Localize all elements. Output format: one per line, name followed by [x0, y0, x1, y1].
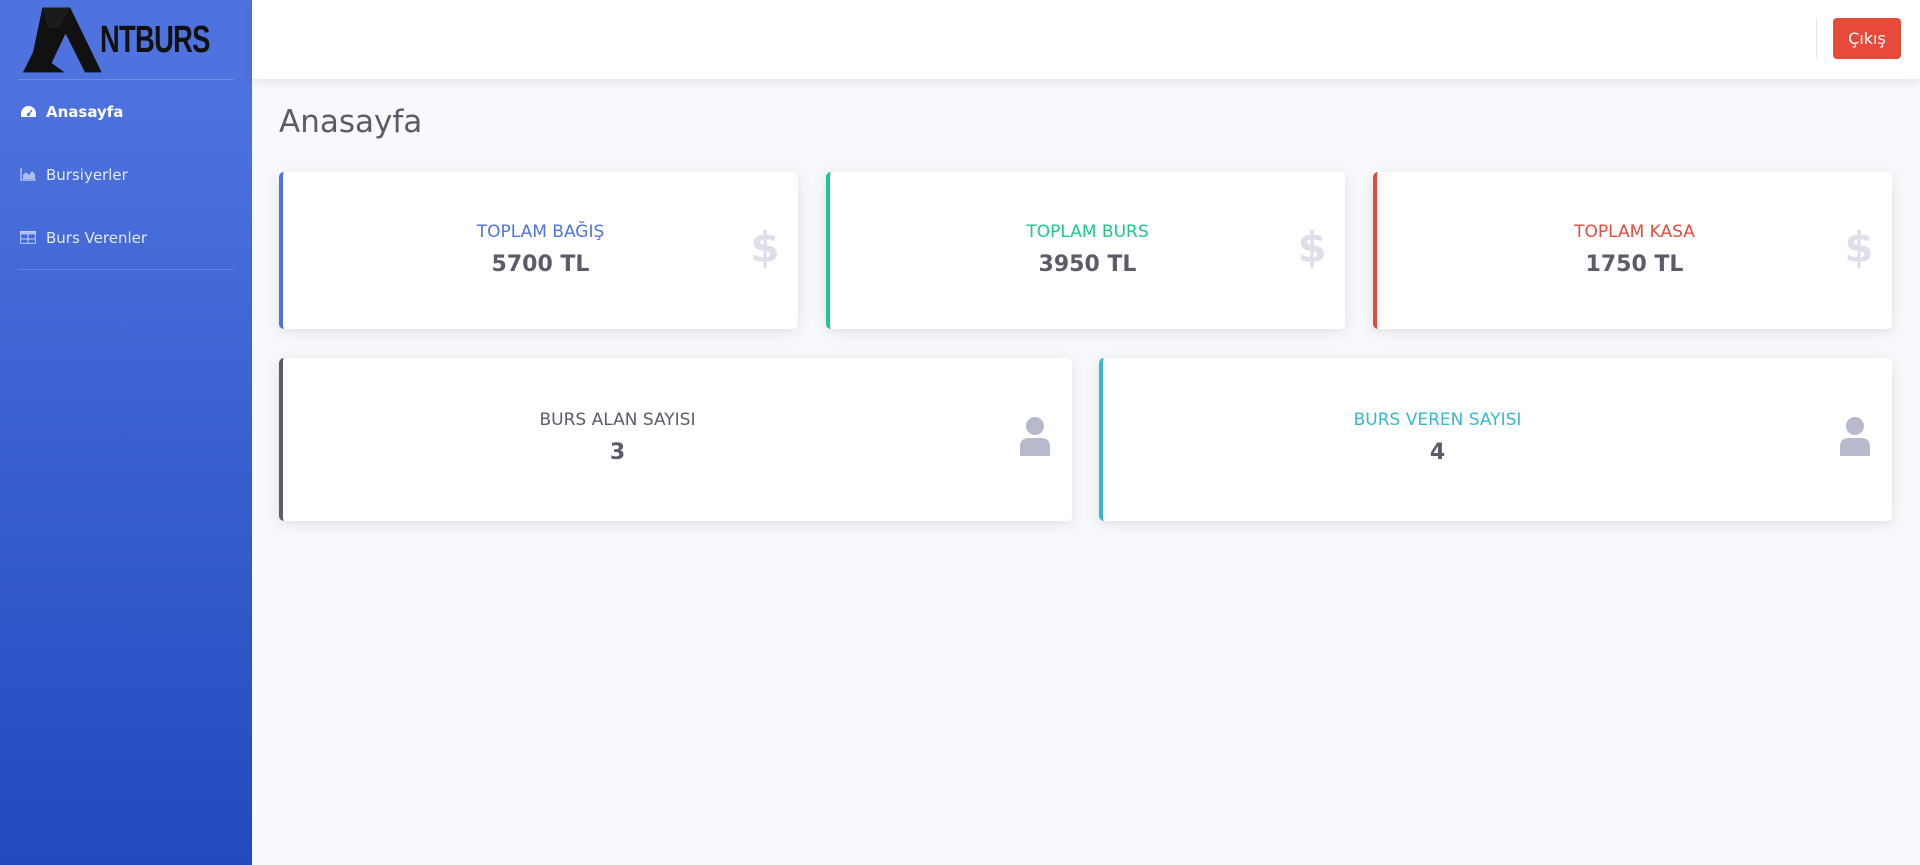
sidebar-item-label: Bursiyerler	[46, 165, 128, 184]
stat-card-label: BURS VEREN SAYISI	[1353, 410, 1522, 430]
sidebar-divider	[18, 269, 234, 270]
user-icon	[1838, 416, 1872, 456]
sidebar-item-label: Burs Verenler	[46, 228, 148, 247]
stat-card-value: 1750 TL	[1585, 252, 1684, 277]
sidebar: NTBURS Anasayfa Bursiyerler Burs Verenle…	[0, 0, 252, 865]
stat-card-burs-alan-sayisi: BURS ALAN SAYISI 3	[279, 358, 1072, 521]
stat-card-value: 4	[1429, 440, 1446, 465]
stat-card-toplam-kasa: TOPLAM KASA 1750 TL $	[1373, 172, 1892, 329]
stat-card-value: 5700 TL	[491, 252, 590, 277]
stat-card-value: 3950 TL	[1038, 252, 1137, 277]
dollar-sign-icon: $	[750, 222, 780, 272]
dollar-sign-icon: $	[1297, 222, 1327, 272]
brand-name: NTBURS	[99, 19, 210, 61]
stat-card-label: BURS ALAN SAYISI	[539, 410, 696, 430]
dashboard-icon	[18, 105, 38, 119]
stat-card-value: 3	[609, 440, 626, 465]
brand[interactable]: NTBURS	[0, 0, 252, 79]
sidebar-item-label: Anasayfa	[46, 102, 124, 121]
topbar-divider	[1816, 18, 1817, 58]
table-icon	[18, 231, 38, 245]
stat-card-toplam-bagis: TOPLAM BAĞIŞ 5700 TL $	[279, 172, 798, 329]
stat-card-burs-veren-sayisi: BURS VEREN SAYISI 4	[1099, 358, 1892, 521]
sidebar-item-bursiyerler[interactable]: Bursiyerler	[0, 143, 252, 206]
sidebar-item-anasayfa[interactable]: Anasayfa	[0, 80, 252, 143]
page-title: Anasayfa	[279, 104, 423, 140]
stat-card-toplam-burs: TOPLAM BURS 3950 TL $	[826, 172, 1345, 329]
stat-card-label: TOPLAM KASA	[1574, 222, 1695, 242]
brand-logo-icon	[22, 7, 102, 72]
chart-area-icon	[18, 168, 38, 182]
dollar-sign-icon: $	[1844, 222, 1874, 272]
stat-card-label: TOPLAM BAĞIŞ	[476, 222, 605, 242]
logout-button[interactable]: Çıkış	[1833, 18, 1901, 59]
user-icon	[1018, 416, 1052, 456]
sidebar-item-burs-verenler[interactable]: Burs Verenler	[0, 206, 252, 269]
stat-card-label: TOPLAM BURS	[1026, 222, 1149, 242]
topbar: Çıkış	[252, 0, 1920, 79]
